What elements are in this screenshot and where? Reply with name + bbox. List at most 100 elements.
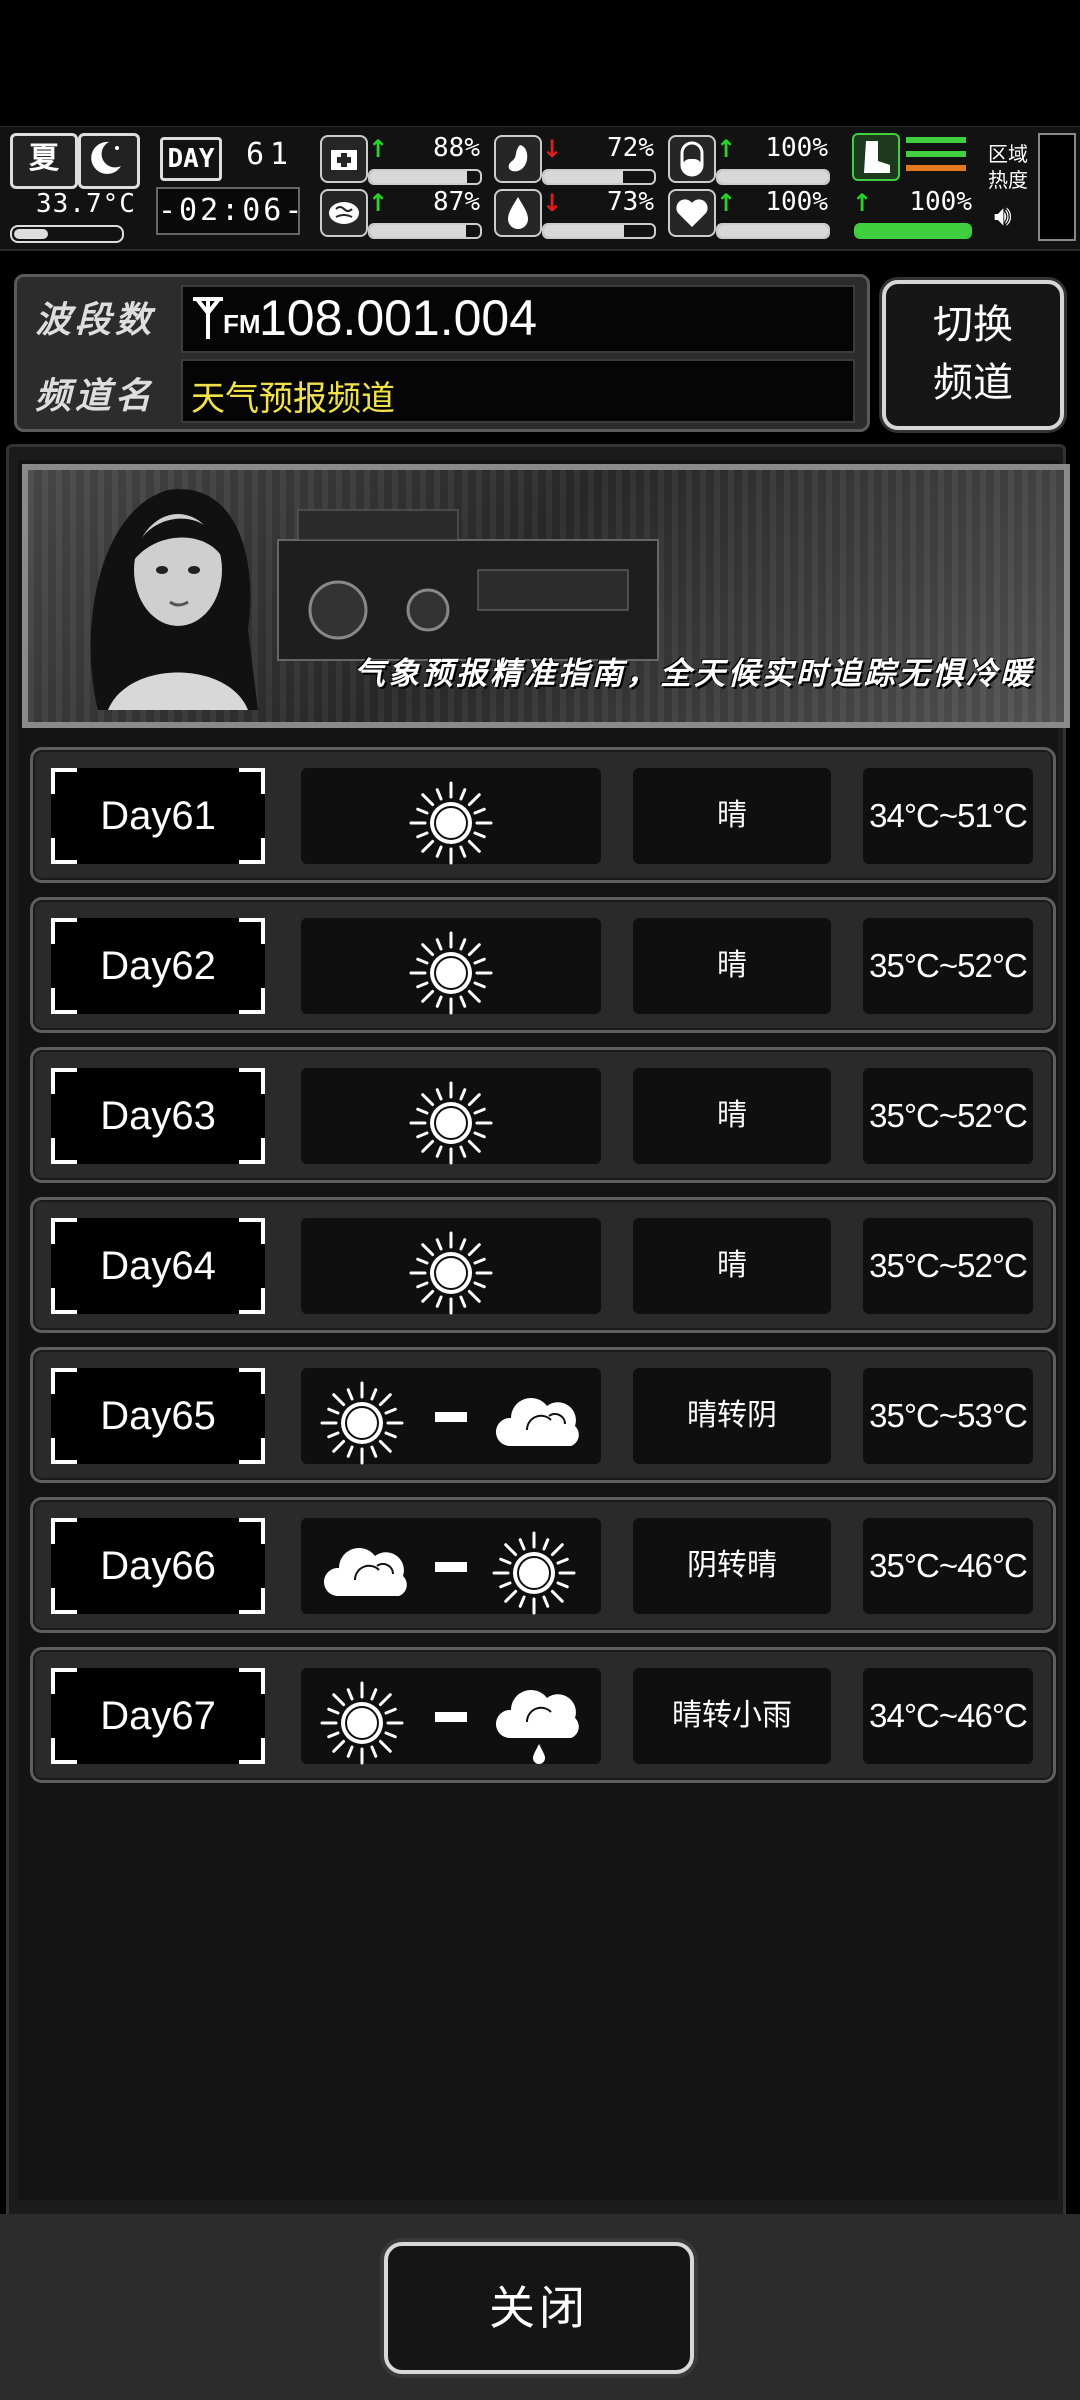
trend-up-icon: ↑ [716,135,737,163]
temperature-range: 34°C~46°C [863,1668,1033,1764]
health-stat[interactable]: ↑ 88% [320,131,482,187]
trend-up-icon: ↑ [716,189,737,217]
sun-icon [409,781,493,865]
temperature-range: 35°C~52°C [863,918,1033,1014]
brain-icon [320,189,368,237]
day-label: Day66 [100,1544,216,1588]
trend-up-icon: ↑ [368,189,389,217]
speaker-icon[interactable]: 🔊︎ [994,199,1012,233]
trend-down-icon: ↓ [542,135,563,163]
forecast-day: Day64 [51,1218,265,1314]
transition-dash [435,1412,467,1422]
temperature-range: 35°C~52°C [863,1068,1033,1164]
sun-icon [409,1081,493,1165]
mood-stat[interactable]: ↑ 100% [668,185,830,241]
close-button[interactable]: 关闭 [384,2242,694,2374]
trend-up-icon: ↑ [852,189,873,217]
season-indicator: 夏 [10,133,78,189]
weather-description: 晴 [633,1218,831,1314]
weather-icon-cell [301,1368,601,1465]
game-clock: -02:06- [156,187,302,235]
sanity-percent: 87% [433,187,480,217]
mood-bar [716,223,830,239]
hunger-bar [542,169,656,185]
mood-percent: 100% [765,187,828,217]
health-bar [368,169,482,185]
temperature-range: 35°C~52°C [863,1218,1033,1314]
announcer-portrait [90,489,258,710]
weather-banner: 气象预报精准指南，全天候实时追踪无惧冷暖 [22,464,1070,728]
antenna-icon [191,295,225,345]
fm-label: FM [223,309,261,339]
rain-cloud-icon [495,1690,579,1764]
band-label: 波段数 [35,300,156,341]
stamina-percent: 100% [909,187,972,217]
channel-value: 天气预报频道 [191,380,395,418]
sanity-bar [368,223,482,239]
temperature-range: 34°C~51°C [863,768,1033,864]
day-label: Day63 [100,1094,216,1138]
forecast-row: Day62 晴 35°C~52°C [30,897,1056,1033]
forecast-row: Day64 晴 35°C~52°C [30,1197,1056,1333]
stamina-bar [854,223,972,239]
weather-description: 晴转阴 [633,1368,831,1464]
forecast-day: Day62 [51,918,265,1014]
hunger-stat[interactable]: ↓ 72% [494,131,656,187]
forecast-row: Day61 晴 34°C~51°C [30,747,1056,883]
transition-dash [435,1712,467,1722]
water-drop-icon [494,189,542,237]
weather-description: 阴转晴 [633,1518,831,1614]
radio-equipment-image [277,509,659,661]
forecast-day: Day63 [51,1068,265,1164]
sun-icon [320,1381,404,1465]
radio-info-panel: 波段数 FM 108.001.004 频道名 天气预报频道 [14,274,870,432]
sun-icon [409,931,493,1015]
day-label: Day64 [100,1244,216,1288]
forecast-day: Day65 [51,1368,265,1464]
sun-icon [492,1531,576,1615]
stamina-stat[interactable]: ↑ 100% [852,185,974,241]
day-label: Day62 [100,944,216,988]
cloud-icon [323,1548,407,1596]
day-label: DAY [160,137,222,181]
medicine-stat[interactable]: ↑ 100% [668,131,830,187]
forecast-row: Day67 晴转小雨 34°C~46°C [30,1647,1056,1783]
sanity-stat[interactable]: ↑ 87% [320,185,482,241]
banner-slogan: 气象预报精准指南，全天候实时追踪无惧冷暖 [354,656,1034,692]
channel-field: 天气预报频道 [181,359,855,423]
boot-icon [852,133,900,181]
transition-dash [435,1562,467,1572]
pill-icon [668,135,716,183]
heart-icon [668,189,716,237]
season-label: 夏 [29,141,59,176]
moon-icon [78,133,140,189]
weather-description: 晴 [633,768,831,864]
day-label: Day67 [100,1694,216,1738]
thirst-stat[interactable]: ↓ 73% [494,185,656,241]
forecast-row: Day66 阴转晴 35°C~46°C [30,1497,1056,1633]
stamina-indicator[interactable] [852,133,972,181]
weather-icon-cell [301,768,601,865]
day-label: Day65 [100,1394,216,1438]
band-field: FM 108.001.004 [181,285,855,353]
stomach-icon [494,135,542,183]
trend-down-icon: ↓ [542,189,563,217]
health-percent: 88% [433,133,480,163]
medicine-percent: 100% [765,133,828,163]
day-label: Day61 [100,794,216,838]
switch-channel-button[interactable]: 切换 频道 [882,280,1064,430]
region-heat-gauge [1038,133,1076,241]
medkit-icon [320,135,368,183]
weather-icon-cell [301,1068,601,1165]
body-temperature: 33.7°C [36,189,136,219]
status-bar: 夏 33.7°C DAY 61 -02:06- ↑ 88% ↓ 72% ↑ 10… [0,126,1080,251]
thirst-bar [542,223,656,239]
channel-label: 频道名 [35,376,156,417]
thermometer-icon [10,225,124,243]
temperature-range: 35°C~53°C [863,1368,1033,1464]
forecast-day: Day61 [51,768,265,864]
trend-up-icon: ↑ [368,135,389,163]
weather-icon-cell [301,918,601,1015]
thirst-percent: 73% [607,187,654,217]
weather-description: 晴 [633,918,831,1014]
